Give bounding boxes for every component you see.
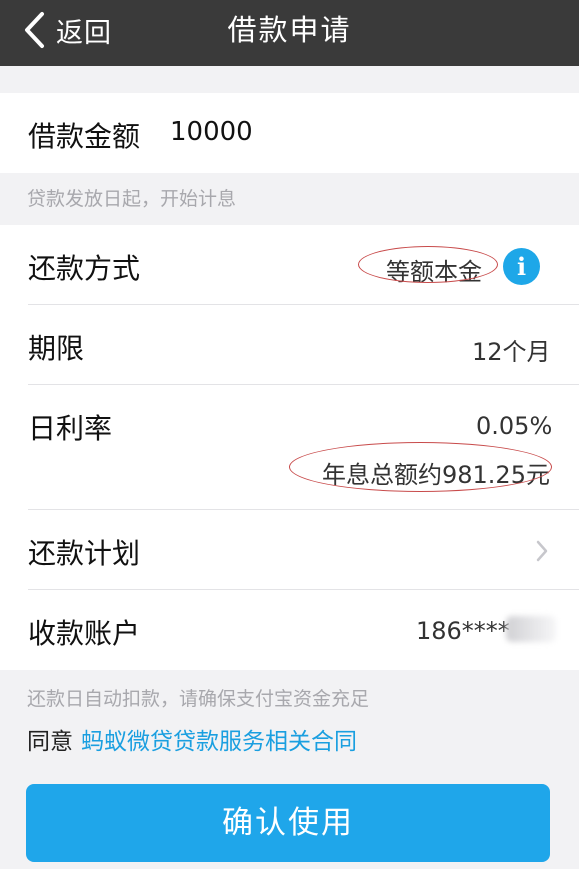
annual-interest-total: 年息总额约981.25元 [322, 461, 550, 489]
auto-debit-hint: 还款日自动扣款，请确保支付宝资金充足 [27, 688, 370, 710]
agree-text: 同意 [27, 729, 73, 755]
receiving-account-label: 收款账户 [28, 617, 141, 650]
repay-method-value: 等额本金 [386, 258, 482, 286]
term-label: 期限 [28, 332, 85, 365]
loan-amount-label: 借款金额 [28, 120, 141, 153]
term-row: 期限 12个月 [0, 305, 579, 385]
repay-method-row[interactable]: 还款方式 等额本金 [0, 225, 579, 305]
navbar: 返回 借款申请 [0, 0, 579, 66]
loan-amount-input[interactable]: 10000 [170, 117, 253, 147]
repay-method-label: 还款方式 [28, 252, 141, 285]
daily-rate-value: 0.05% [476, 412, 553, 440]
chevron-right-icon[interactable] [535, 539, 549, 563]
agreement-line: 同意 蚂蚁微贷贷款服务相关合同 [27, 722, 357, 756]
redacted-account-blur [506, 616, 556, 642]
daily-rate-label: 日利率 [28, 412, 113, 445]
receiving-account-value: 186**** [416, 617, 510, 645]
repay-plan-row[interactable]: 还款计划 [0, 510, 579, 590]
contract-link[interactable]: 蚂蚁微贷贷款服务相关合同 [81, 729, 357, 755]
loan-terms-card: 还款方式 等额本金 期限 12个月 日利率 0.05% 年息总额约981.25元… [0, 225, 579, 670]
page-title: 借款申请 [227, 13, 352, 47]
daily-rate-row: 日利率 0.05% 年息总额约981.25元 [0, 385, 579, 510]
interest-start-hint: 贷款发放日起，开始计息 [27, 188, 237, 210]
repay-plan-label: 还款计划 [28, 537, 141, 570]
receiving-account-row[interactable]: 收款账户 186**** [0, 590, 579, 670]
confirm-button[interactable]: 确认使用 [26, 784, 550, 862]
loan-amount-card: 借款金额 10000 [0, 93, 579, 173]
info-icon[interactable]: i [503, 248, 540, 285]
term-value: 12个月 [472, 338, 551, 366]
